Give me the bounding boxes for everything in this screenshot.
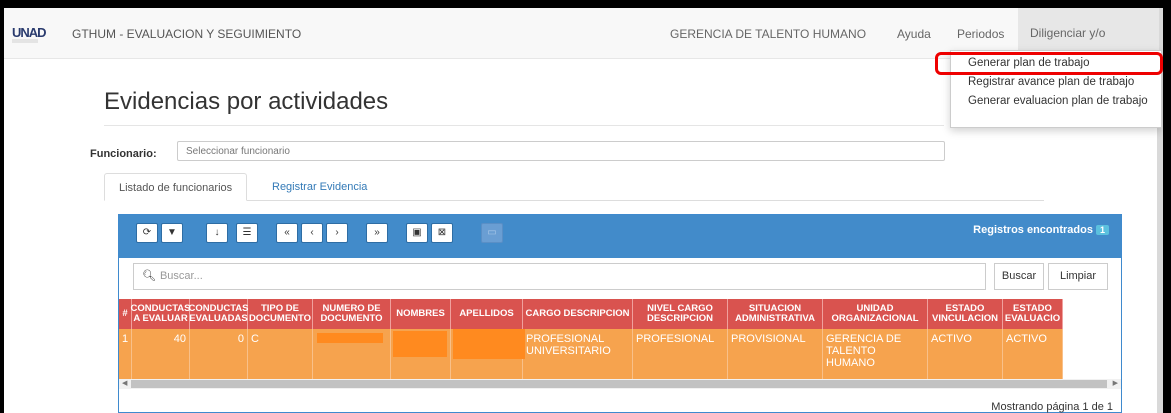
records-count-badge: 1	[1095, 225, 1109, 235]
sort-icon[interactable]: ↓	[206, 223, 228, 243]
scroll-left-icon[interactable]: ◀	[122, 379, 127, 389]
search-icon: 🔍︎	[142, 270, 156, 282]
column-header[interactable]: ESTADO EVALUACIO	[1003, 299, 1063, 329]
limpiar-button[interactable]: Limpiar	[1048, 263, 1108, 290]
table-cell: GERENCIA DE TALENTO HUMANO	[823, 329, 928, 379]
last-page-icon[interactable]: »	[366, 223, 388, 243]
table-cell: 0	[190, 329, 248, 379]
table-cell: PROVISIONAL	[728, 329, 823, 379]
title-divider	[104, 125, 944, 126]
nav-ayuda-link[interactable]: Ayuda	[897, 27, 931, 41]
column-header[interactable]: UNIDAD ORGANIZACIONAL	[823, 299, 928, 329]
table-cell: PROFESIONAL	[633, 329, 728, 379]
column-header[interactable]: NUMERO DE DOCUMENTO	[313, 299, 391, 329]
column-header[interactable]: SITUACION ADMINISTRATIVA	[728, 299, 823, 329]
table-cell: ACTIVO	[928, 329, 1003, 379]
prev-page-icon[interactable]: ‹	[301, 223, 323, 243]
window-frame-top	[0, 0, 1171, 8]
table-row[interactable]: 1 40 0 C PROFESIONAL UNIVERSITARIO PROFESIONA…	[119, 329, 1063, 379]
first-page-icon[interactable]: «	[276, 223, 298, 243]
redacted-block	[453, 329, 525, 359]
refresh-icon[interactable]: ⟳	[136, 223, 158, 243]
scroll-right-icon[interactable]: ▶	[1113, 379, 1118, 389]
column-header[interactable]: CONDUCTAS A EVALUAR	[131, 299, 191, 329]
grid-toolbar: ⟳ ▼ ↓ ☰ «‹ › » ▣ ⊠ ▭ Registros encontrados 1	[119, 215, 1121, 258]
column-header[interactable]: NOMBRES	[391, 299, 451, 329]
table-cell: ACTIVO	[1003, 329, 1063, 379]
horizontal-scrollbar[interactable]: ◀ ▶	[119, 379, 1121, 389]
highlight-annotation	[935, 52, 1163, 75]
funcionarios-grid: ⟳ ▼ ↓ ☰ «‹ ›» ▣ ⊠ ▭ Registros encontrados 1 🔍︎ Bus…	[118, 214, 1122, 413]
records-found: Registros encontrados 1	[973, 224, 1109, 236]
redacted-block	[393, 331, 447, 357]
nav-gerencia-link[interactable]: GERENCIA DE TALENTO HUMANO	[670, 27, 866, 41]
table-cell: C	[248, 329, 313, 379]
next-page-icon[interactable]: ›	[326, 223, 348, 243]
filter-icon[interactable]: ▼	[161, 223, 183, 243]
window-frame-right	[1163, 0, 1171, 413]
column-header[interactable]: ESTADO VINCULACION	[928, 299, 1003, 329]
funcionario-label: Funcionario:	[90, 148, 157, 160]
column-header[interactable]: CONDUCTAS EVALUADAS	[189, 299, 249, 329]
menu-item-generar-evaluacion[interactable]: Generar evaluacion plan de trabajo	[968, 95, 1148, 107]
app-title[interactable]: GTHUM - EVALUACION Y SEGUIMIENTO	[72, 27, 301, 41]
window-frame-left	[0, 0, 4, 413]
grid-search-input[interactable]: 🔍︎ Buscar...	[133, 263, 986, 290]
table-cell: 40	[132, 329, 190, 379]
column-header[interactable]: CARGO DESCRIPCION	[523, 299, 633, 329]
list-icon[interactable]: ☰	[236, 223, 258, 243]
grid-search-bar: 🔍︎ Buscar... Buscar Limpiar	[133, 263, 1109, 290]
grid-table-header: # CONDUCTAS A EVALUAR CONDUCTAS EVALUADAS T…	[119, 299, 1063, 329]
funcionario-select[interactable]: Seleccionar funcionario	[177, 141, 945, 161]
table-cell: PROFESIONAL UNIVERSITARIO	[523, 329, 633, 379]
nav-periodos-link[interactable]: Periodos	[957, 27, 1004, 41]
scrollbar-thumb[interactable]	[131, 380, 1107, 388]
column-header[interactable]: NIVEL CARGO DESCRIPCION	[633, 299, 728, 329]
disabled-export-icon: ▭	[481, 223, 503, 243]
tab-listado-funcionarios[interactable]: Listado de funcionarios	[104, 173, 248, 201]
page-title: Evidencias por actividades	[104, 88, 389, 115]
menu-item-registrar-avance[interactable]: Registrar avance plan de trabajo	[968, 76, 1134, 88]
pagination-status: Mostrando página 1 de 1	[991, 401, 1113, 413]
redacted-block	[317, 333, 383, 343]
column-header[interactable]: APELLIDOS	[451, 299, 523, 329]
excel-icon[interactable]: ⊠	[431, 223, 453, 243]
tab-registrar-evidencia[interactable]: Registrar Evidencia	[258, 173, 381, 201]
table-cell: 1	[119, 329, 132, 379]
pdf-icon[interactable]: ▣	[406, 223, 428, 243]
unad-logo[interactable]: UNAD	[12, 25, 47, 43]
column-header[interactable]: TIPO DE DOCUMENTO	[248, 299, 313, 329]
buscar-button[interactable]: Buscar	[994, 263, 1044, 290]
